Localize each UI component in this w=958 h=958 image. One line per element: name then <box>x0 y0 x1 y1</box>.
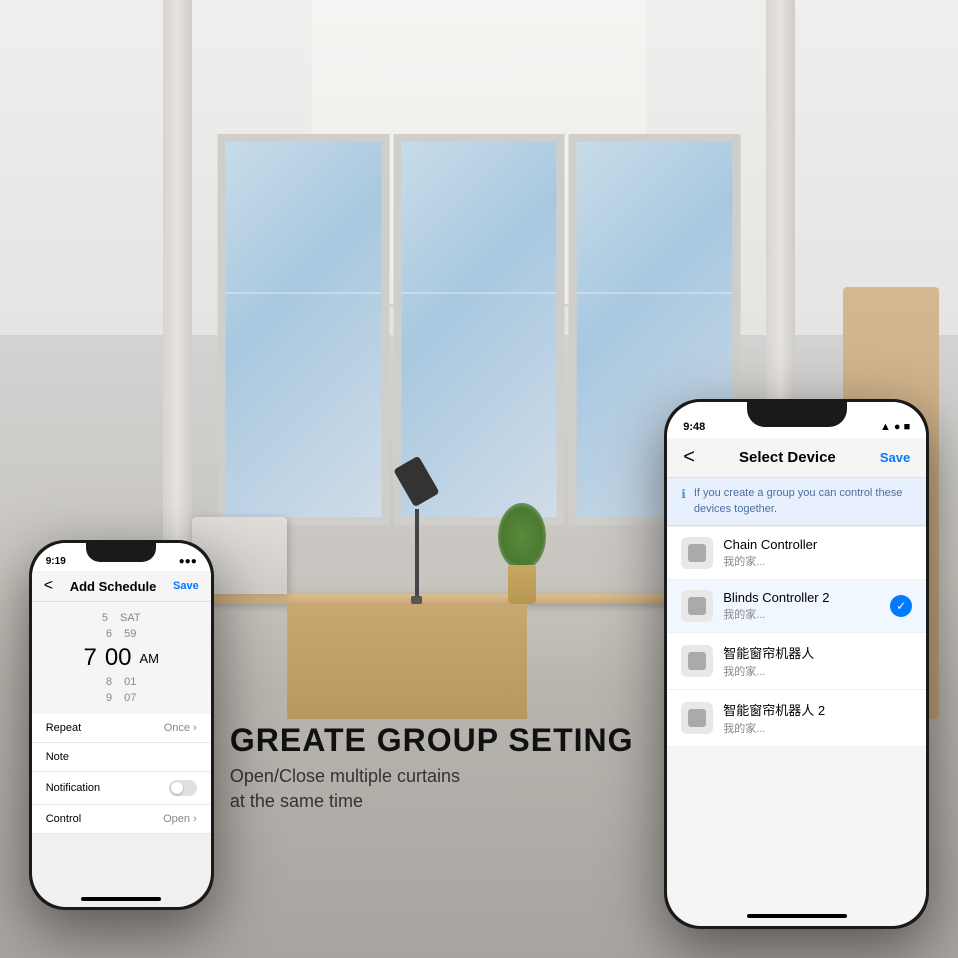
phone-left-save-button[interactable]: Save <box>173 580 199 592</box>
device-info-1: Chain Controller 我的家... <box>723 537 912 569</box>
device-name-2: Blinds Controller 2 <box>723 590 880 605</box>
notification-toggle[interactable] <box>169 780 197 796</box>
device-icon-3 <box>681 645 713 677</box>
device-icon-1 <box>681 537 713 569</box>
repeat-row[interactable]: Repeat Once › <box>32 714 211 743</box>
phone-right-header: < Select Device Save <box>667 438 926 478</box>
pillar-left <box>163 0 192 575</box>
info-banner-text: If you create a group you can control th… <box>694 486 912 517</box>
phone-right-signal-icons: ▲ ● ■ <box>880 421 910 433</box>
plant-leaves <box>498 503 546 570</box>
device-info-4: 智能窗帘机器人 2 我的家... <box>723 700 912 736</box>
device-row-4[interactable]: 智能窗帘机器人 2 我的家... <box>667 690 926 747</box>
phone-right-header-title: Select Device <box>739 449 836 466</box>
phone-left-screen: 9:19 ●●● < Add Schedule Save 5SAT 659 70… <box>32 543 211 907</box>
note-row[interactable]: Note <box>32 743 211 772</box>
phone-left-time: 9:19 <box>46 556 66 567</box>
desk-body <box>287 604 527 719</box>
device-row-3[interactable]: 智能窗帘机器人 我的家... <box>667 633 926 690</box>
notification-row[interactable]: Notification <box>32 772 211 805</box>
phone-left-home-indicator <box>81 897 161 901</box>
phone-left-notch <box>86 540 156 562</box>
device-row-1[interactable]: Chain Controller 我的家... <box>667 527 926 580</box>
phone-left-signal-icons: ●●● <box>179 556 197 567</box>
device-name-4: 智能窗帘机器人 2 <box>723 700 912 719</box>
device-name-3: 智能窗帘机器人 <box>723 643 912 662</box>
device-check-2: ✓ <box>890 595 912 617</box>
phone-right-screen: 9:48 ▲ ● ■ < Select Device Save ℹ If you… <box>667 402 926 926</box>
device-icon-4 <box>681 702 713 734</box>
time-row-4: 801 <box>32 674 211 690</box>
info-banner: ℹ If you create a group you can control … <box>667 478 926 526</box>
notification-toggle-switch[interactable] <box>169 780 197 796</box>
device-location-4: 我的家... <box>723 720 912 736</box>
feature-description: Open/Close multiple curtains at the same… <box>230 764 634 814</box>
device-location-1: 我的家... <box>723 553 912 569</box>
device-icon-2 <box>681 590 713 622</box>
phone-right-notch <box>747 399 847 427</box>
phone-right-time: 9:48 <box>683 421 705 433</box>
time-row-5: 907 <box>32 690 211 706</box>
time-row-1: 5SAT <box>32 610 211 626</box>
lamp-base <box>411 596 422 604</box>
window-pane-left <box>218 134 390 525</box>
info-icon: ℹ <box>681 487 686 501</box>
notification-label: Notification <box>46 782 100 794</box>
control-row[interactable]: Control Open › <box>32 805 211 834</box>
lamp-pole <box>415 509 419 595</box>
plant-pot <box>508 565 537 603</box>
phone-right-save-button[interactable]: Save <box>880 450 910 465</box>
phone-right: 9:48 ▲ ● ■ < Select Device Save ℹ If you… <box>664 399 929 929</box>
time-row-active: 700AM <box>32 642 211 674</box>
device-info-3: 智能窗帘机器人 我的家... <box>723 643 912 679</box>
device-location-2: 我的家... <box>723 606 880 622</box>
phone-right-back-button[interactable]: < <box>683 446 695 469</box>
desk-lamp <box>402 460 431 604</box>
device-info-2: Blinds Controller 2 我的家... <box>723 590 880 622</box>
device-list: Chain Controller 我的家... Blinds Controlle… <box>667 527 926 747</box>
phone-right-home-indicator <box>747 914 847 918</box>
feature-title: GREATE GROUP SETING <box>230 723 634 758</box>
control-value: Open › <box>163 813 197 825</box>
phone-left-time-picker[interactable]: 5SAT 659 700AM 801 907 <box>32 602 211 714</box>
note-label: Note <box>46 751 69 763</box>
device-location-3: 我的家... <box>723 663 912 679</box>
repeat-label: Repeat <box>46 722 81 734</box>
repeat-value: Once › <box>164 722 197 734</box>
device-name-1: Chain Controller <box>723 537 912 552</box>
device-icon-shape-3 <box>688 652 706 670</box>
device-icon-shape-2 <box>688 597 706 615</box>
phone-left-back-button[interactable]: < <box>44 577 53 595</box>
phone-left-header: < Add Schedule Save <box>32 571 211 602</box>
phone-left-header-title: Add Schedule <box>70 579 157 594</box>
desk-plant <box>498 508 546 604</box>
time-row-2: 659 <box>32 626 211 642</box>
device-row-2[interactable]: Blinds Controller 2 我的家... ✓ <box>667 580 926 633</box>
phone-left: 9:19 ●●● < Add Schedule Save 5SAT 659 70… <box>29 540 214 910</box>
feature-text-block: GREATE GROUP SETING Open/Close multiple … <box>230 723 634 815</box>
control-label: Control <box>46 813 81 825</box>
device-icon-shape-4 <box>688 709 706 727</box>
device-icon-shape-1 <box>688 544 706 562</box>
